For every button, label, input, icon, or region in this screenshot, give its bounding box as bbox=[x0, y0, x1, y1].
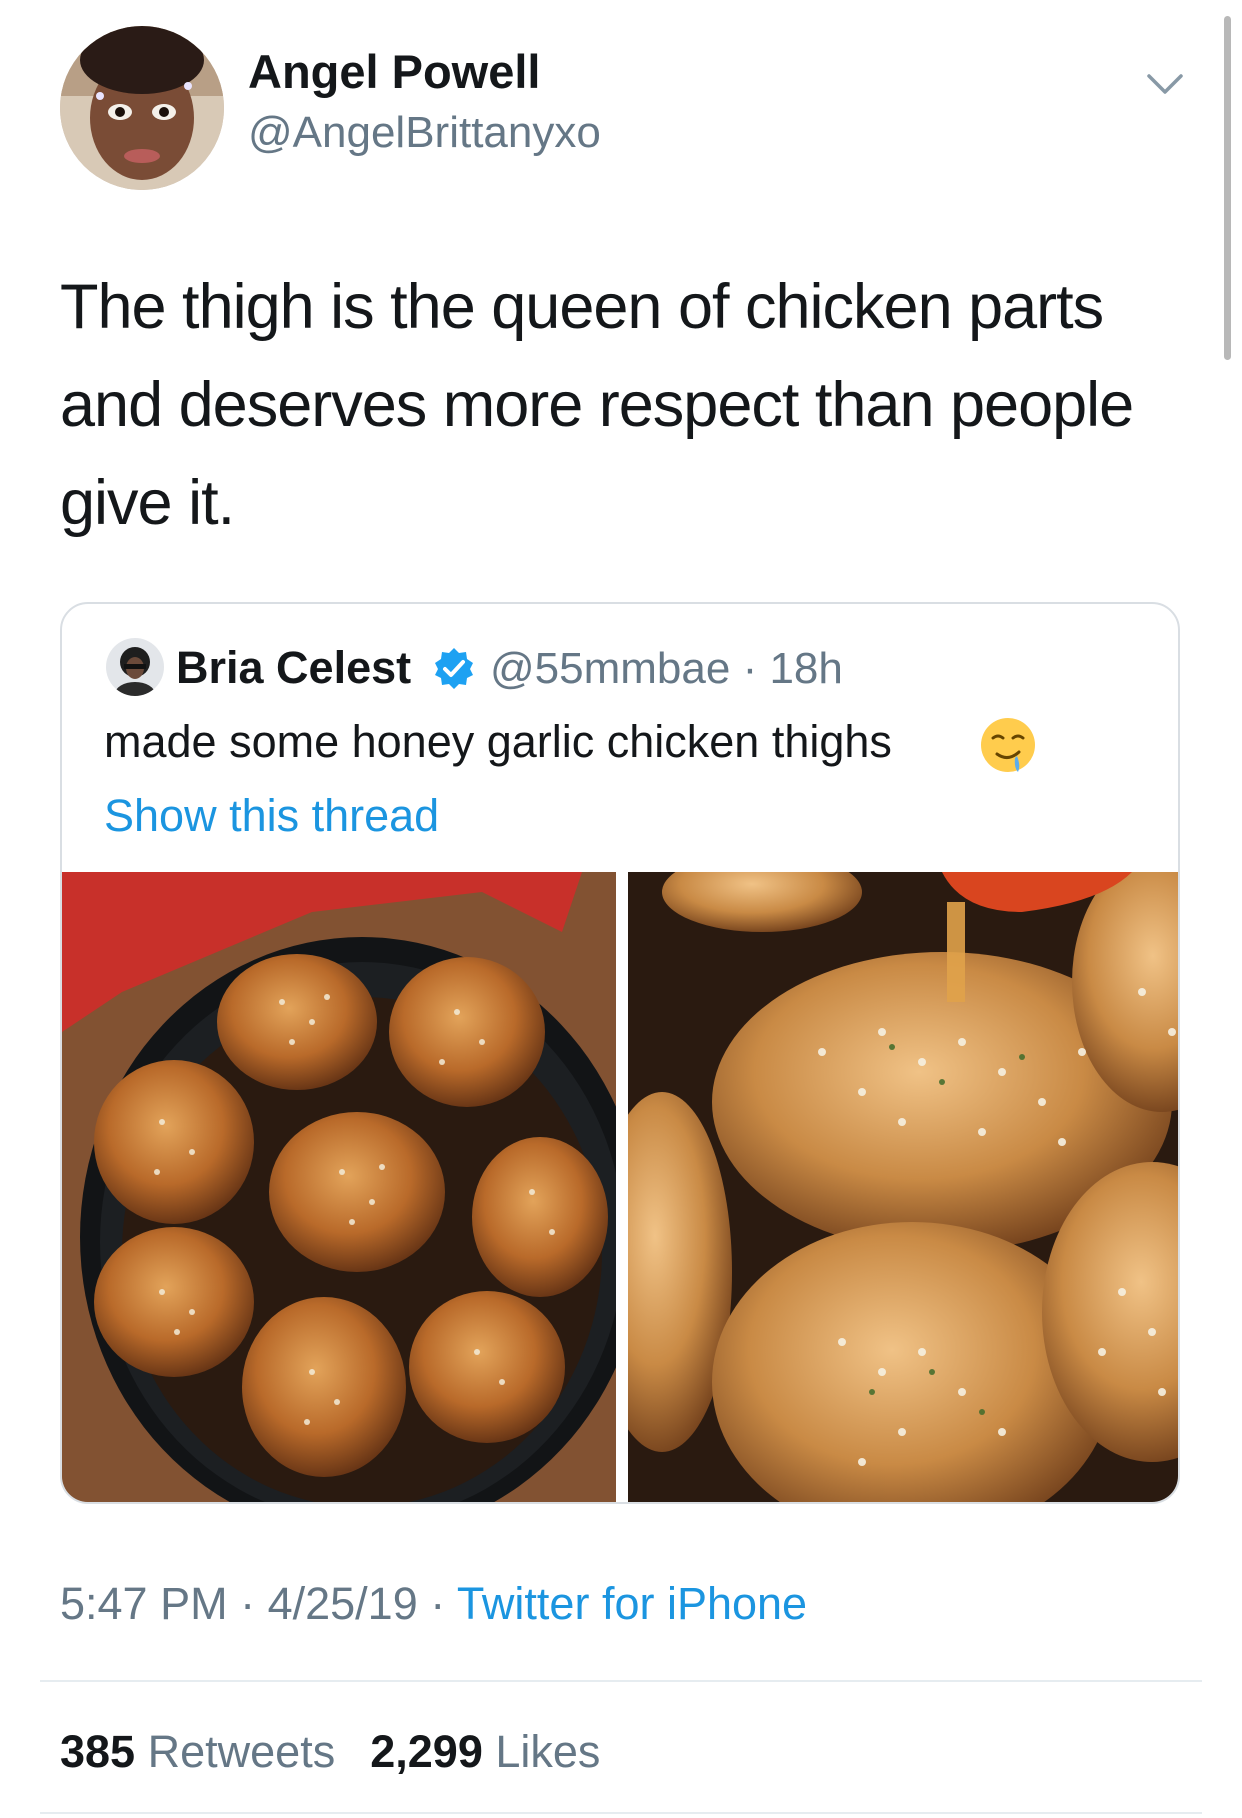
quoted-author-name[interactable]: Bria Celest bbox=[176, 642, 411, 694]
retweets-count[interactable]: 385 bbox=[60, 1726, 135, 1777]
quoted-age: 18h bbox=[769, 644, 843, 693]
quoted-author-avatar-image bbox=[106, 638, 164, 696]
likes-count[interactable]: 2,299 bbox=[370, 1726, 483, 1777]
author-name[interactable]: Angel Powell bbox=[248, 44, 541, 99]
quoted-meta: @55mmbae · 18h bbox=[490, 644, 843, 694]
meta-separator: · bbox=[227, 1578, 268, 1629]
chevron-down-icon[interactable] bbox=[1143, 62, 1187, 106]
tweet-meta: 5:47 PM · 4/25/19 · Twitter for iPhone bbox=[60, 1578, 807, 1630]
drooling-face-icon bbox=[981, 718, 1035, 772]
quoted-tweet-card[interactable]: Bria Celest @55mmbae · 18h made some hon… bbox=[60, 602, 1180, 1504]
retweets-label[interactable]: Retweets bbox=[148, 1726, 336, 1777]
author-avatar[interactable] bbox=[60, 26, 224, 190]
author-avatar-image bbox=[60, 26, 224, 190]
quoted-author-avatar[interactable] bbox=[106, 638, 164, 696]
likes-label[interactable]: Likes bbox=[495, 1726, 600, 1777]
quoted-media[interactable] bbox=[62, 872, 1180, 1504]
divider bbox=[40, 1812, 1202, 1814]
divider bbox=[40, 1680, 1202, 1682]
tweet-time: 5:47 PM bbox=[60, 1578, 228, 1629]
quoted-author-handle[interactable]: @55mmbae bbox=[490, 644, 730, 693]
show-thread-link[interactable]: Show this thread bbox=[104, 790, 439, 842]
meta-separator: · bbox=[417, 1578, 457, 1629]
quoted-text: made some honey garlic chicken thighs bbox=[104, 716, 892, 767]
tweet-date: 4/25/19 bbox=[267, 1578, 418, 1629]
tweet-source-link[interactable]: Twitter for iPhone bbox=[457, 1578, 807, 1629]
food-photo-right[interactable] bbox=[592, 872, 1180, 1504]
meta-separator: · bbox=[742, 644, 758, 693]
author-handle[interactable]: @AngelBrittanyxo bbox=[248, 108, 601, 158]
tweet-stats: 385 Retweets 2,299 Likes bbox=[60, 1726, 600, 1778]
tweet-text: The thigh is the queen of chicken parts … bbox=[60, 272, 1134, 538]
verified-badge-icon bbox=[435, 648, 473, 689]
food-photo-left[interactable] bbox=[62, 872, 644, 1504]
scrollbar[interactable] bbox=[1224, 16, 1231, 360]
